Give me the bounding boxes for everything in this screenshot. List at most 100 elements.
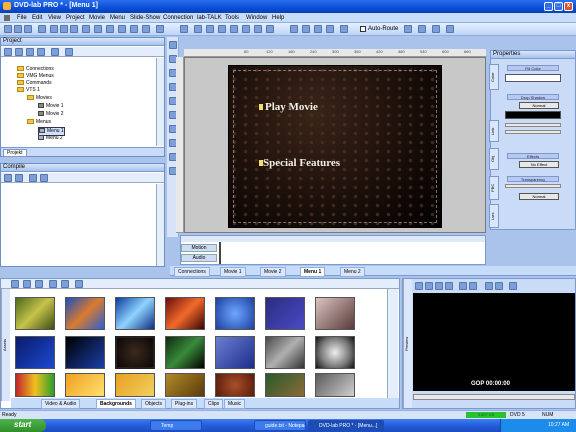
play-movie-button[interactable]: Play Movie [265,101,318,113]
task-notepad[interactable]: guide.txt - Notepad [254,420,306,431]
special-features-button[interactable]: Special Features [263,157,340,169]
next-icon[interactable] [445,282,453,290]
tree-item-menu-2[interactable]: Menu 2 [38,135,63,142]
minimize-button[interactable]: _ [544,2,553,11]
background-thumbnail[interactable] [65,336,105,369]
background-thumbnail[interactable] [215,297,255,330]
tool-lock-icon[interactable] [418,25,426,33]
menu-project[interactable]: Project [66,15,85,21]
pointer-icon[interactable] [156,25,164,33]
open-icon[interactable] [14,25,22,33]
paste-icon[interactable] [70,25,78,33]
menu-edit[interactable]: Edit [32,15,42,21]
tab-clips[interactable]: Clips [204,399,224,409]
tool-grid-icon[interactable] [254,25,262,33]
tree-item-vmg-menus[interactable]: VMG Menus [17,73,54,80]
effects-select[interactable]: No Effect [519,161,559,168]
timeline-cursor[interactable] [219,242,221,264]
tool-route-icon[interactable] [340,25,348,33]
save-icon[interactable] [24,25,32,33]
tool-group-icon[interactable] [230,25,238,33]
import-icon[interactable] [38,25,46,33]
stop-icon[interactable] [425,282,433,290]
new-icon[interactable] [4,25,12,33]
transparency-slider[interactable] [505,184,561,188]
tool-align-icon[interactable] [242,25,250,33]
fill-color-swatch[interactable] [505,74,561,82]
menu-connection[interactable]: Connection [163,15,193,21]
undo-icon[interactable] [130,25,138,33]
shadow-color-swatch[interactable] [505,111,561,119]
tool-arrow-icon[interactable] [180,25,188,33]
tab-movie-1[interactable]: Movie 1 [220,267,246,277]
mark-in-icon[interactable] [485,282,493,290]
tool-safe-icon[interactable] [314,25,322,33]
background-thumbnail[interactable] [265,336,305,369]
tab-menu-2[interactable]: Menu 2 [340,267,365,277]
properties-icon[interactable] [65,48,73,56]
shadow-blur-slider[interactable] [505,130,561,134]
assets-import-icon[interactable] [49,280,57,288]
tab-menu-1[interactable]: Menu 1 [300,267,326,277]
preview-icon[interactable] [106,25,114,33]
background-thumbnail[interactable] [65,297,105,330]
tab-plug-ins[interactable]: Plug-ins [171,399,198,409]
tool-resize-icon[interactable] [446,25,454,33]
menu-view[interactable]: View [48,15,61,21]
vtab-obj[interactable]: Obj [489,148,499,170]
menu-window[interactable]: Window [246,15,267,21]
project-tab[interactable]: Projekt [3,149,27,157]
menu-slide-show[interactable]: Slide-Show [130,15,160,21]
tool-link-icon[interactable] [218,25,226,33]
assets-refresh-icon[interactable] [35,280,43,288]
menu-tools[interactable]: Tools [225,15,239,21]
add-menu-icon[interactable] [26,48,34,56]
vtab-link[interactable]: Link [489,120,499,142]
tool-layer-icon[interactable] [302,25,310,33]
shadow-slider[interactable] [505,123,561,127]
compile-icon[interactable] [82,25,90,33]
project-scrollbar[interactable] [156,58,164,146]
assets-scrollbar[interactable] [387,289,398,399]
auto-route-checkbox[interactable] [360,26,366,32]
help-icon[interactable] [118,25,126,33]
background-thumbnail[interactable] [265,373,305,397]
forward-icon[interactable] [469,282,477,290]
tab-video-audio[interactable]: Video & Audio [41,399,81,409]
tree-item-connections[interactable]: Connections [17,66,54,73]
tool-preview-icon[interactable] [326,25,334,33]
burn-icon[interactable] [94,25,102,33]
redo-icon[interactable] [142,25,150,33]
background-thumbnail[interactable] [315,373,355,397]
tree-item-movie-1[interactable]: Movie 1 [38,103,64,110]
compile-stop-icon[interactable] [15,174,23,182]
play-icon[interactable] [415,282,423,290]
mark-out-icon[interactable] [495,282,503,290]
background-thumbnail[interactable] [165,297,205,330]
menu-menu[interactable]: Menu [110,15,125,21]
background-thumbnail[interactable] [115,297,155,330]
compile-run-icon[interactable] [4,174,12,182]
tree-item-menus[interactable]: Menus [27,119,51,126]
delete-icon[interactable] [51,48,59,56]
assets-folder-icon[interactable] [23,280,31,288]
prev-icon[interactable] [435,282,443,290]
copy-icon[interactable] [60,25,68,33]
tree-item-vts1[interactable]: VTS 1 [17,87,40,94]
background-thumbnail-selected[interactable] [115,336,155,369]
dvd-type[interactable]: DVD 5 [510,412,525,418]
task-temp[interactable]: Temp [150,420,202,431]
compile-clear-icon[interactable] [29,174,37,182]
background-thumbnail[interactable] [165,373,205,397]
tree-item-commands[interactable]: Commands [17,80,52,87]
assets-delete-icon[interactable] [61,280,69,288]
background-thumbnail[interactable] [215,373,255,397]
menu-help[interactable]: Help [272,15,284,21]
vtab-color[interactable]: Color [489,64,499,90]
tool-center-icon[interactable] [432,25,440,33]
close-button[interactable]: x [564,2,573,11]
menu-movie[interactable]: Movie [89,15,105,21]
tab-objects[interactable]: Objects [141,399,166,409]
background-thumbnail[interactable] [215,336,255,369]
tree-item-movies[interactable]: Movies [27,95,52,102]
